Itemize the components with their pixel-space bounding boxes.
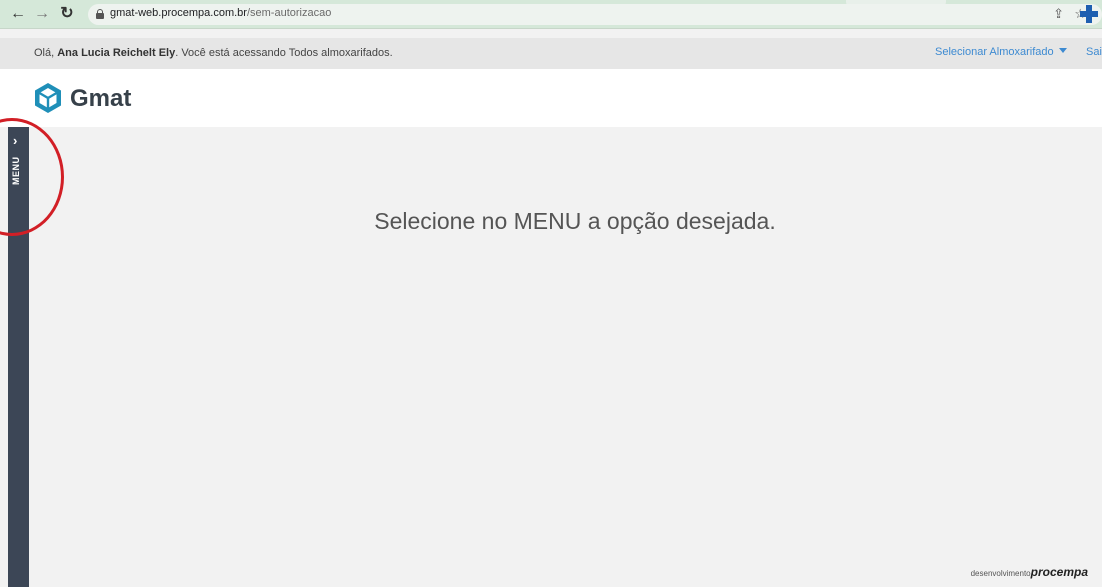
logout-link[interactable]: Sai <box>1086 46 1102 58</box>
reload-icon[interactable]: ↻ <box>57 4 77 24</box>
caret-down-icon <box>1058 48 1067 53</box>
user-name: Ana Lucia Reichelt Ely <box>57 47 176 59</box>
back-arrow-icon[interactable]: ← <box>8 4 28 24</box>
app-logo-text: Gmat <box>70 85 132 112</box>
lock-icon <box>96 9 104 19</box>
url-text: gmat-web.procempa.com.br/sem-autorizacao <box>110 7 332 19</box>
procempa-logo-text: procempa <box>1030 565 1088 579</box>
address-bar[interactable]: gmat-web.procempa.com.br/sem-autorizacao… <box>88 4 1102 25</box>
extension-plus-icon[interactable] <box>1080 5 1098 23</box>
left-gutter <box>0 127 8 587</box>
footer-credit: desenvolvimentoprocempa <box>970 565 1088 579</box>
forward-arrow-icon[interactable]: → <box>32 4 52 24</box>
app-header: Gmat <box>0 69 1102 127</box>
chevron-right-icon: › <box>13 133 18 148</box>
side-menu-toggle[interactable]: › MENU <box>8 127 29 587</box>
box-hexagon-icon <box>35 83 61 113</box>
greeting-text: Olá, Ana Lucia Reichelt Ely. Você está a… <box>34 47 393 59</box>
browser-toolbar: ← → ↻ gmat-web.procempa.com.br/sem-autor… <box>0 0 1102 29</box>
menu-label: MENU <box>11 156 21 186</box>
select-almoxarifado-dropdown[interactable]: Selecionar Almoxarifado <box>935 46 1067 58</box>
user-bar: Olá, Ana Lucia Reichelt Ely. Você está a… <box>0 38 1102 69</box>
main-message: Selecione no MENU a opção desejada. <box>374 208 776 234</box>
share-icon[interactable]: ⇪ <box>1053 6 1064 22</box>
